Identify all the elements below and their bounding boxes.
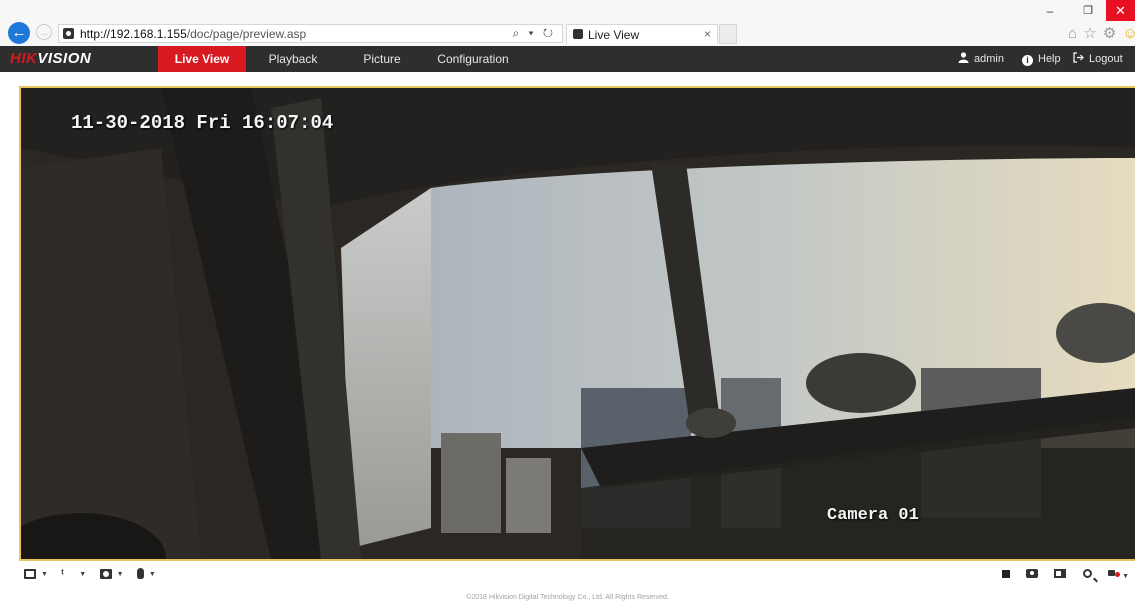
osd-timestamp: 11-30-2018 Fri 16:07:04 bbox=[71, 112, 334, 134]
address-bar[interactable]: http://192.168.1.155/doc/page/preview.as… bbox=[58, 24, 563, 43]
user-icon bbox=[958, 52, 969, 63]
capture-icon bbox=[1026, 568, 1039, 578]
osd-camera-name: Camera 01 bbox=[827, 506, 919, 525]
stream-type-icon: ᵗ bbox=[61, 567, 64, 580]
toolbar-left: ▼ ᵗ ▼ ▼ ▼ bbox=[24, 566, 166, 582]
microphone-caret: ▼ bbox=[148, 570, 156, 578]
tab-picture[interactable]: Picture bbox=[344, 46, 420, 72]
forward-arrow-icon[interactable]: → bbox=[36, 24, 52, 40]
user-menu[interactable]: admin bbox=[958, 46, 1004, 72]
close-window-button[interactable]: ✕ bbox=[1106, 0, 1135, 21]
tab-playback[interactable]: Playback bbox=[256, 46, 330, 72]
feedback-smile-icon[interactable]: ☺ bbox=[1122, 25, 1135, 42]
digital-zoom-icon bbox=[1082, 568, 1092, 578]
help-label: Help bbox=[1038, 53, 1061, 65]
digital-zoom-button[interactable] bbox=[1082, 567, 1092, 581]
url-path: /doc/page/preview.asp bbox=[186, 27, 307, 41]
window-layout-icon bbox=[24, 568, 36, 579]
stream-type-caret: ▼ bbox=[79, 570, 87, 578]
tab-close-icon[interactable]: × bbox=[704, 27, 711, 41]
logout-icon bbox=[1073, 52, 1084, 63]
tab-configuration[interactable]: Configuration bbox=[428, 46, 518, 72]
stream-type-button[interactable]: ᵗ ▼ bbox=[61, 567, 87, 580]
plugin-caret: ▼ bbox=[116, 570, 124, 578]
maximize-button[interactable]: ❐ bbox=[1078, 1, 1098, 21]
window-layout-caret: ▼ bbox=[41, 570, 48, 578]
microphone-button[interactable]: ▼ bbox=[136, 568, 156, 580]
logo-white-part: VISION bbox=[37, 50, 92, 67]
capture-button[interactable] bbox=[1026, 567, 1039, 581]
plugin-icon bbox=[99, 568, 112, 579]
tab-favicon-icon bbox=[573, 29, 583, 39]
hikvision-logo: HIKVISION bbox=[10, 50, 91, 67]
help-link[interactable]: i Help bbox=[1022, 46, 1061, 72]
live-video-player[interactable]: 11-30-2018 Fri 16:07:04 Camera 01 bbox=[21, 88, 1135, 559]
minimize-button[interactable]: – bbox=[1040, 1, 1060, 21]
new-tab-button[interactable] bbox=[719, 24, 737, 44]
record-clip-icon bbox=[1054, 568, 1067, 578]
logout-link[interactable]: Logout bbox=[1073, 46, 1123, 72]
help-icon: i bbox=[1022, 55, 1033, 66]
browser-tools[interactable]: ⌂ ☆ ⚙ ☺ bbox=[1068, 24, 1135, 42]
home-star-gear-icon[interactable]: ⌂ ☆ ⚙ bbox=[1068, 25, 1117, 42]
camera-feed-image bbox=[21, 88, 1135, 559]
tab-title: Live View bbox=[588, 28, 640, 42]
plugin-button[interactable]: ▼ bbox=[99, 568, 124, 579]
username: admin bbox=[974, 53, 1004, 65]
stop-all-button[interactable] bbox=[1001, 567, 1010, 581]
tab-live-view[interactable]: Live View bbox=[158, 46, 246, 72]
window-layout-button[interactable]: ▼ bbox=[24, 568, 48, 579]
volume-button[interactable]: ▼ bbox=[1108, 567, 1129, 581]
logout-label: Logout bbox=[1089, 53, 1123, 65]
microphone-icon bbox=[136, 568, 144, 580]
url-host: http://192.168.1.155 bbox=[80, 27, 187, 41]
address-url[interactable]: http://192.168.1.155/doc/page/preview.as… bbox=[80, 27, 306, 41]
record-clip-button[interactable] bbox=[1054, 567, 1067, 581]
stop-all-icon bbox=[1001, 569, 1010, 578]
footer-copyright: ©2018 Hikvision Digital Technology Co., … bbox=[466, 594, 669, 601]
site-favicon-icon bbox=[63, 28, 74, 39]
toolbar-right: ▼ bbox=[989, 566, 1129, 582]
volume-caret: ▼ bbox=[1122, 572, 1129, 580]
browser-tab[interactable]: Live View × bbox=[566, 24, 718, 44]
volume-icon bbox=[1108, 568, 1121, 578]
browser-chrome: ← → http://192.168.1.155/doc/page/previe… bbox=[0, 0, 1135, 46]
logo-red-part: HIK bbox=[10, 50, 38, 67]
search-refresh-icon[interactable]: ⌕ ▾ ↻ bbox=[512, 26, 556, 41]
app-header: HIKVISION Live View Playback Picture Con… bbox=[0, 46, 1135, 72]
back-arrow-icon[interactable]: ← bbox=[8, 22, 30, 44]
